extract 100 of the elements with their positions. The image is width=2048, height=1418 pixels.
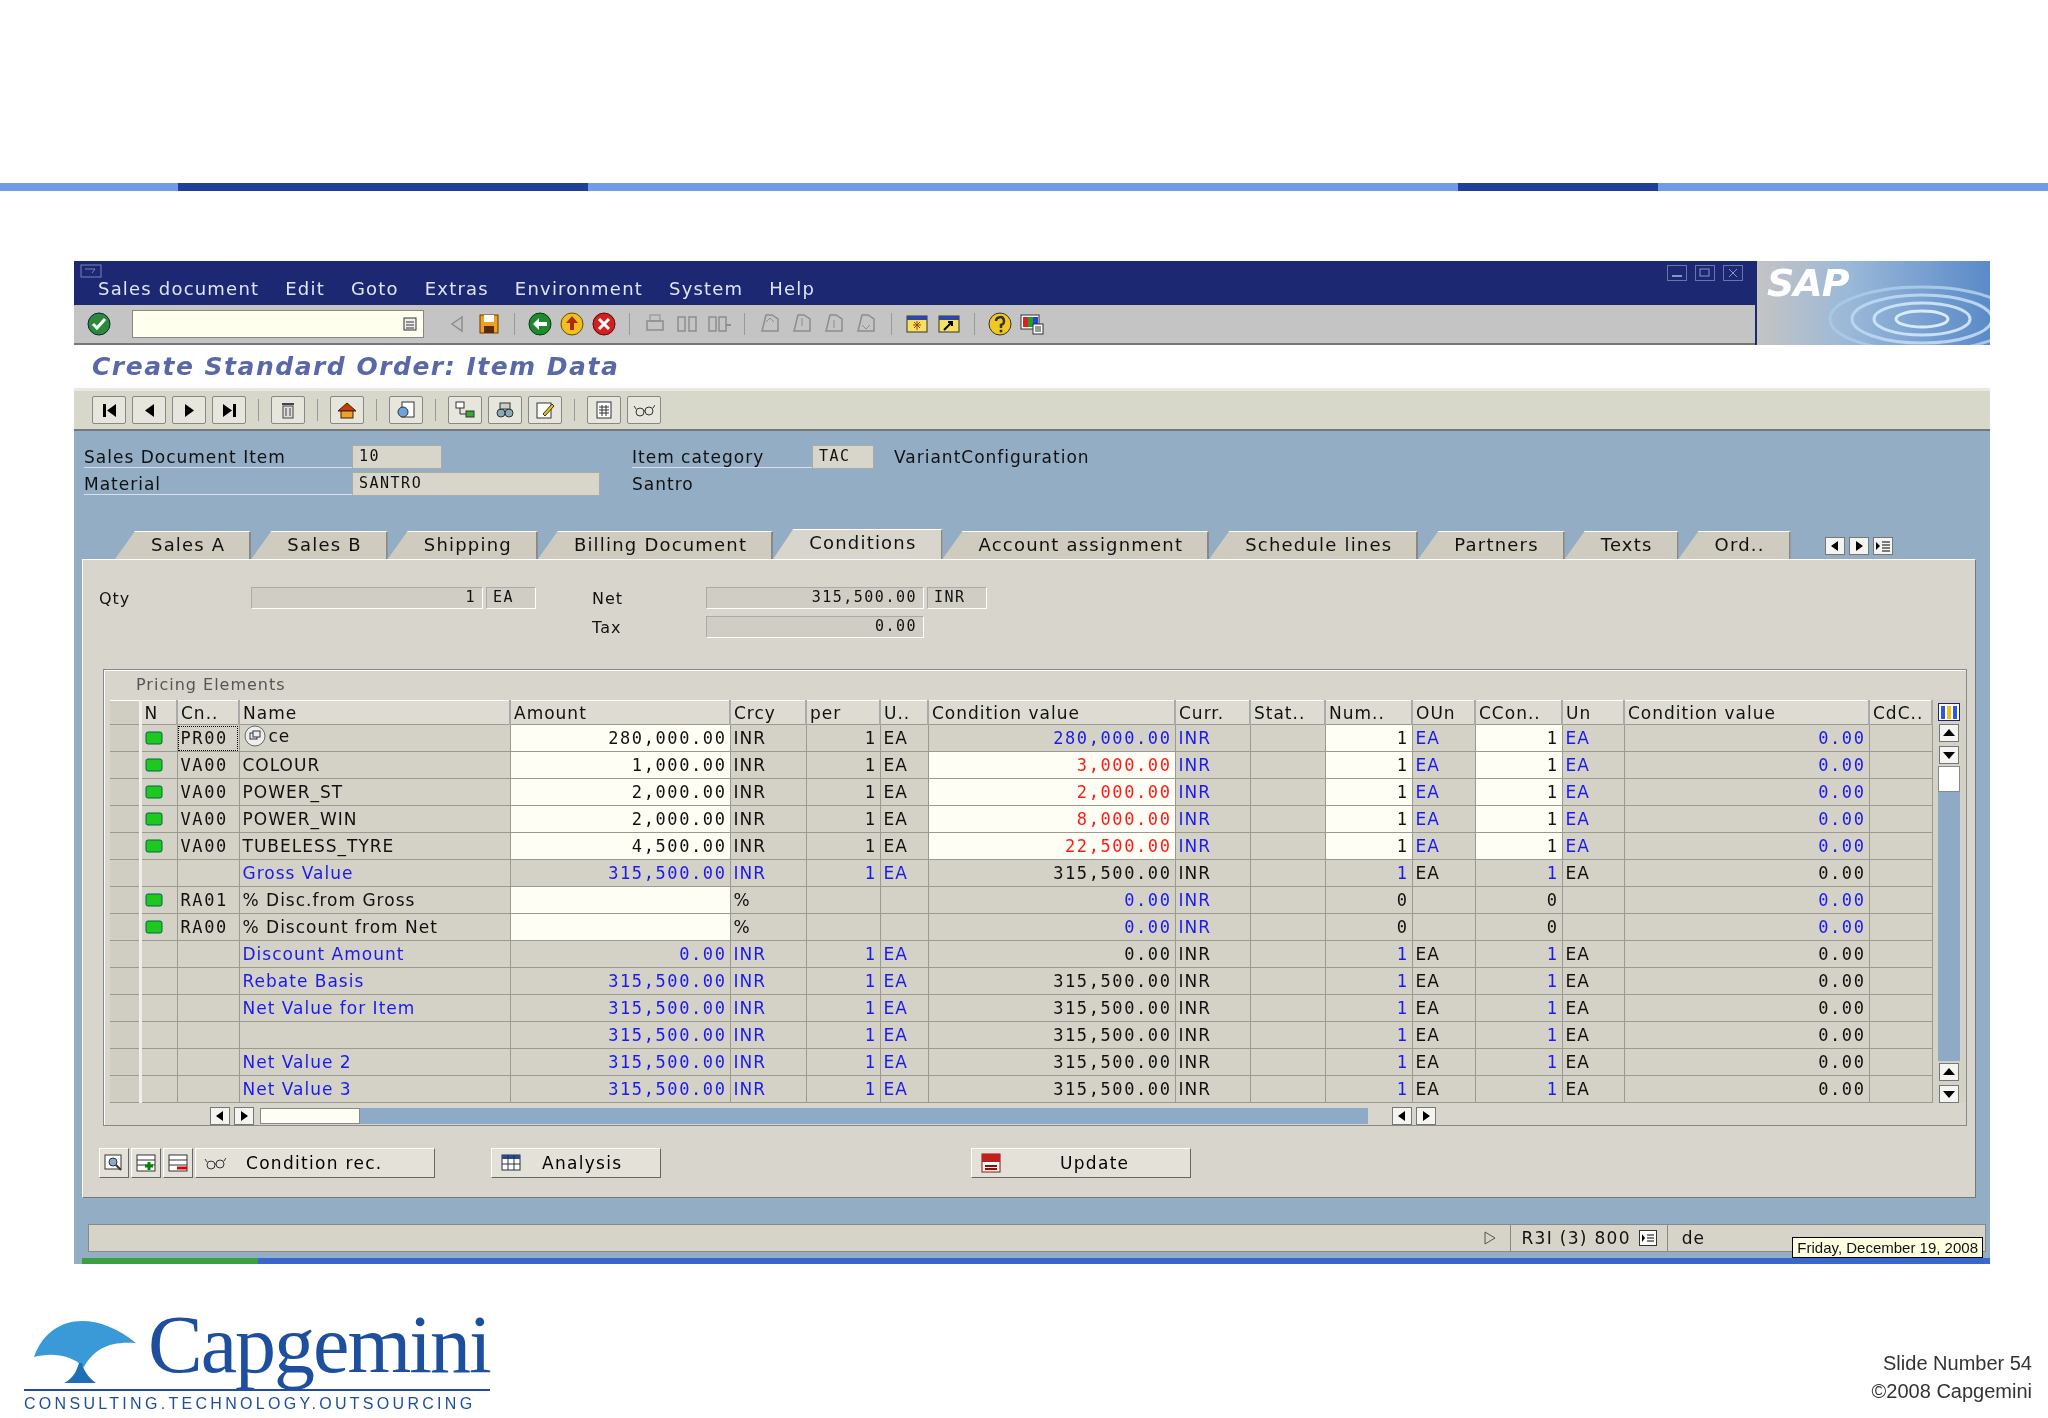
scroll-left-icon[interactable] <box>1824 537 1845 555</box>
numerator-field[interactable]: 1 <box>1325 751 1412 779</box>
restore-icon[interactable] <box>1695 265 1715 281</box>
popup-icon[interactable] <box>242 725 267 747</box>
save-icon[interactable] <box>476 311 502 337</box>
conversion-field[interactable]: 1 <box>1475 778 1562 806</box>
menu-item[interactable]: Sales document <box>98 278 260 299</box>
horizontal-scrollbar[interactable] <box>260 1108 1368 1124</box>
page-up-icon[interactable] <box>1939 1063 1959 1081</box>
tab[interactable]: Schedule lines <box>1209 531 1419 559</box>
tab[interactable]: Account assignment <box>942 531 1210 559</box>
column-header[interactable]: Curr. <box>1175 700 1250 725</box>
table-settings-icon[interactable] <box>1938 703 1960 721</box>
vertical-scrollbar[interactable] <box>1938 766 1960 1061</box>
column-header[interactable]: per <box>806 700 880 725</box>
calculator-button[interactable] <box>587 396 621 424</box>
column-right-icon[interactable] <box>234 1107 254 1125</box>
amount-field[interactable]: 2,000.00 <box>510 805 730 833</box>
conversion-field[interactable]: 1 <box>1475 751 1562 779</box>
column-header[interactable]: Cn.. <box>177 700 239 725</box>
menu-item[interactable]: Environment <box>514 278 643 299</box>
history-icon[interactable] <box>403 317 417 331</box>
tab[interactable]: Conditions <box>773 529 943 559</box>
tab[interactable]: Texts <box>1564 531 1679 559</box>
conversion-field[interactable]: 1 <box>1475 724 1562 752</box>
analysis-button[interactable]: Analysis <box>491 1148 661 1178</box>
insert-row-button[interactable] <box>131 1148 161 1178</box>
numerator-field[interactable]: 1 <box>1325 724 1412 752</box>
amount-field[interactable] <box>510 913 730 941</box>
column-header[interactable]: Condition value <box>1624 700 1869 725</box>
cancel-icon[interactable] <box>591 311 617 337</box>
page-down-icon[interactable] <box>1939 1085 1959 1103</box>
menu-item[interactable]: Help <box>769 278 816 299</box>
detail-button[interactable] <box>99 1148 129 1178</box>
tab[interactable]: Ord.. <box>1678 531 1791 559</box>
scroll-up-icon[interactable] <box>1939 724 1959 742</box>
numerator-field[interactable]: 1 <box>1325 778 1412 806</box>
numerator-field[interactable]: 1 <box>1325 805 1412 833</box>
column-left-icon[interactable] <box>210 1107 230 1125</box>
item-number-field[interactable]: 10 <box>352 445 442 469</box>
minimize-icon[interactable] <box>1667 265 1687 281</box>
configuration-button[interactable] <box>389 396 423 424</box>
delete-row-button[interactable] <box>163 1148 193 1178</box>
amount-field[interactable]: 280,000.00 <box>510 724 730 752</box>
first-item-button[interactable] <box>92 396 126 424</box>
column-header[interactable]: OUn <box>1412 700 1475 725</box>
amount-field[interactable]: 1,000.00 <box>510 751 730 779</box>
amount-field[interactable]: 2,000.00 <box>510 778 730 806</box>
menu-item[interactable]: Extras <box>424 278 489 299</box>
edit-button[interactable] <box>528 396 562 424</box>
last-item-button[interactable] <box>212 396 246 424</box>
tab[interactable]: Sales A <box>115 531 252 559</box>
menu-item[interactable]: System <box>669 278 744 299</box>
scroll-down-icon[interactable] <box>1939 746 1959 764</box>
amount-field[interactable] <box>510 886 730 914</box>
item-category-field[interactable]: TAC <box>812 445 874 469</box>
previous-item-button[interactable] <box>132 396 166 424</box>
column-header[interactable]: U.. <box>880 700 928 725</box>
scroll-right-icon[interactable] <box>1416 1107 1436 1125</box>
tab[interactable]: Sales B <box>251 531 388 559</box>
column-header[interactable]: Condition value <box>928 700 1175 725</box>
condition-value-field[interactable]: 2,000.00 <box>928 778 1175 806</box>
command-field[interactable] <box>132 310 424 338</box>
column-header[interactable]: Stat.. <box>1250 700 1325 725</box>
conversion-field[interactable]: 1 <box>1475 832 1562 860</box>
display-button[interactable] <box>627 396 661 424</box>
column-header[interactable]: Name <box>239 700 510 725</box>
material-field[interactable]: SANTRO <box>352 472 600 496</box>
condition-records-button[interactable]: Condition rec. <box>195 1148 435 1178</box>
hierarchy-button[interactable] <box>448 396 482 424</box>
back-icon[interactable] <box>527 311 553 337</box>
tab-list-icon[interactable] <box>1872 537 1893 555</box>
condition-value-field[interactable]: 3,000.00 <box>928 751 1175 779</box>
tab[interactable]: Shipping <box>387 531 538 559</box>
amount-field[interactable]: 4,500.00 <box>510 832 730 860</box>
column-header[interactable]: CdC.. <box>1869 700 1932 725</box>
tab[interactable]: Billing Document <box>537 531 774 559</box>
scroll-left-icon[interactable] <box>1392 1107 1412 1125</box>
column-header[interactable]: N <box>140 700 177 725</box>
close-icon[interactable] <box>1723 265 1743 281</box>
column-header[interactable]: Amount <box>510 700 730 725</box>
condition-value-field[interactable]: 22,500.00 <box>928 832 1175 860</box>
layout-icon[interactable] <box>1019 311 1045 337</box>
menu-item[interactable]: Goto <box>350 278 399 299</box>
select-all-button[interactable] <box>110 700 140 725</box>
scroll-right-icon[interactable] <box>1848 537 1869 555</box>
conversion-field[interactable]: 1 <box>1475 805 1562 833</box>
header-button[interactable] <box>330 396 364 424</box>
next-item-button[interactable] <box>172 396 206 424</box>
column-header[interactable]: CCon.. <box>1475 700 1562 725</box>
update-button[interactable]: Update <box>971 1148 1191 1178</box>
column-header[interactable]: Num.. <box>1325 700 1412 725</box>
system-info-icon[interactable] <box>1638 1230 1657 1246</box>
numerator-field[interactable]: 1 <box>1325 832 1412 860</box>
condition-value-field[interactable]: 8,000.00 <box>928 805 1175 833</box>
column-header[interactable]: Crcy <box>730 700 806 725</box>
search-button[interactable] <box>488 396 522 424</box>
exit-icon[interactable] <box>559 311 585 337</box>
enter-icon[interactable] <box>86 311 112 337</box>
help-icon[interactable] <box>987 311 1013 337</box>
